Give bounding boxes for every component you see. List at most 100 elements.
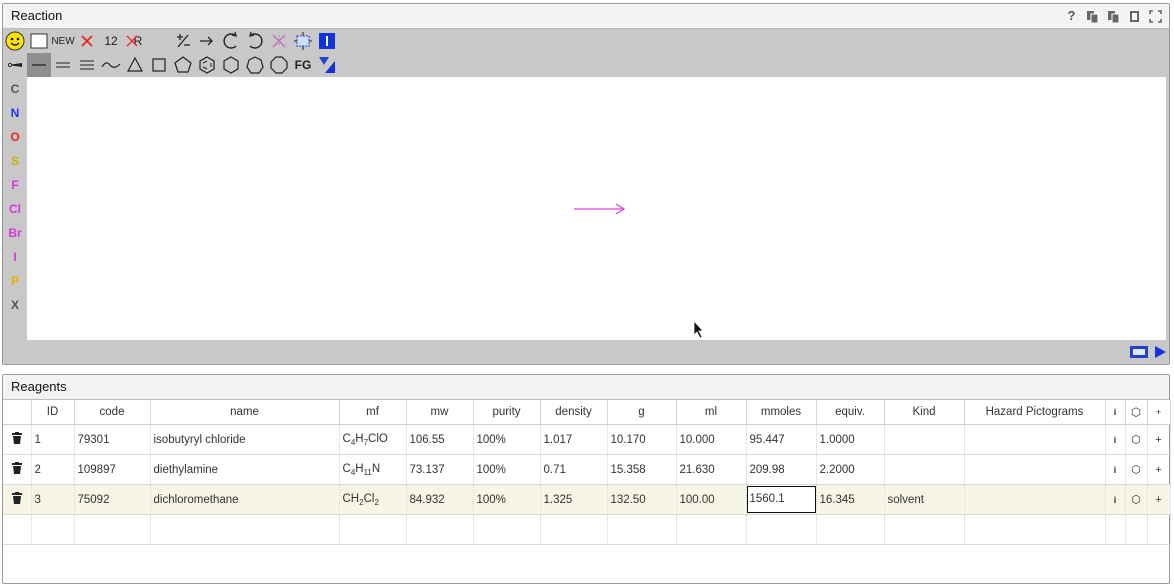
ring-5-icon[interactable] xyxy=(171,53,195,77)
cell-equiv[interactable]: 16.345 xyxy=(816,484,885,515)
copy-smiles-icon[interactable] xyxy=(1106,9,1121,24)
info-icon[interactable]: i xyxy=(1105,484,1126,515)
drawing-canvas[interactable] xyxy=(27,77,1166,340)
cell-mmoles[interactable]: 95.447 xyxy=(746,424,817,455)
col-header-ml[interactable]: ml xyxy=(676,400,747,425)
cell-name[interactable]: isobutyryl chloride xyxy=(150,424,340,455)
fullscreen-icon[interactable] xyxy=(1148,9,1163,24)
new-button[interactable]: NEW xyxy=(51,29,75,53)
col-header-purity[interactable]: purity xyxy=(473,400,541,425)
info-icon[interactable]: i xyxy=(1105,454,1126,485)
empty-cell[interactable] xyxy=(74,514,151,545)
col-header-mmoles[interactable]: mmoles xyxy=(746,400,817,425)
element-f-button[interactable]: F xyxy=(3,173,27,197)
cell-id[interactable]: 1 xyxy=(31,424,75,455)
view-mode-icon[interactable] xyxy=(1129,345,1149,362)
cell-mw[interactable]: 106.55 xyxy=(406,424,474,455)
structure-icon[interactable]: ⬡ xyxy=(1125,424,1148,455)
cell-purity[interactable]: 100% xyxy=(473,484,541,515)
trash-icon[interactable] xyxy=(3,424,32,455)
cell-hazard[interactable] xyxy=(964,454,1106,485)
element-o-button[interactable]: O xyxy=(3,125,27,149)
empty-cell[interactable] xyxy=(816,514,885,545)
expand-arrow-icon[interactable] xyxy=(1153,345,1167,362)
template-icon[interactable] xyxy=(315,53,339,77)
element-x-button[interactable]: X xyxy=(3,293,27,317)
rotate-cw-icon[interactable] xyxy=(243,29,267,53)
cell-density[interactable]: 1.325 xyxy=(540,484,608,515)
rgroup-button[interactable]: R xyxy=(123,29,147,53)
cell-mw[interactable]: 73.137 xyxy=(406,454,474,485)
empty-cell[interactable] xyxy=(3,514,32,545)
empty-cell[interactable] xyxy=(406,514,474,545)
cell-mmoles[interactable]: 209.98 xyxy=(746,454,817,485)
atom-numbers-button[interactable]: 12 xyxy=(99,29,123,53)
cell-density[interactable]: 1.017 xyxy=(540,424,608,455)
element-c-button[interactable]: C xyxy=(3,77,27,101)
element-n-button[interactable]: N xyxy=(3,101,27,125)
trash-icon[interactable] xyxy=(3,484,32,515)
cell-ml[interactable]: 10.000 xyxy=(676,424,747,455)
col-header-g[interactable]: g xyxy=(607,400,677,425)
select-move-icon[interactable] xyxy=(291,29,315,53)
ring-3-icon[interactable] xyxy=(123,53,147,77)
cell-purity[interactable]: 100% xyxy=(473,424,541,455)
cell-code[interactable]: 75092 xyxy=(74,484,151,515)
cell-id[interactable]: 2 xyxy=(31,454,75,485)
empty-cell[interactable] xyxy=(1105,514,1126,545)
functional-group-button[interactable]: FG xyxy=(291,53,315,77)
cell-name[interactable]: diethylamine xyxy=(150,454,340,485)
empty-cell[interactable] xyxy=(473,514,541,545)
charge-icon[interactable] xyxy=(171,29,195,53)
col-header-name[interactable]: name xyxy=(150,400,340,425)
cell-kind[interactable] xyxy=(884,424,965,455)
erase-icon[interactable] xyxy=(75,29,99,53)
cell-g[interactable]: 15.358 xyxy=(607,454,677,485)
col-header-density[interactable]: density xyxy=(540,400,608,425)
structure-icon[interactable]: ⬡ xyxy=(1125,454,1148,485)
smiley-icon[interactable] xyxy=(3,29,27,53)
chain-icon[interactable] xyxy=(99,53,123,77)
ring-4-icon[interactable] xyxy=(147,53,171,77)
col-header-code[interactable]: code xyxy=(74,400,151,425)
cell-kind[interactable]: solvent xyxy=(884,484,965,515)
col-header-mw[interactable]: mw xyxy=(406,400,474,425)
cell-ml[interactable]: 100.00 xyxy=(676,484,747,515)
empty-cell[interactable] xyxy=(1147,514,1171,545)
cell-equiv[interactable]: 1.0000 xyxy=(816,424,885,455)
benzene-icon[interactable] xyxy=(195,53,219,77)
triple-bond-icon[interactable] xyxy=(75,53,99,77)
add-icon[interactable]: + xyxy=(1147,424,1171,455)
empty-cell[interactable] xyxy=(150,514,340,545)
paste-icon[interactable] xyxy=(1127,9,1142,24)
empty-cell[interactable] xyxy=(339,514,407,545)
cell-id[interactable]: 3 xyxy=(31,484,75,515)
cell-hazard[interactable] xyxy=(964,484,1106,515)
reaction-arrow-icon[interactable] xyxy=(195,29,219,53)
ring-7-icon[interactable] xyxy=(243,53,267,77)
col-header-hazard[interactable]: Hazard Pictograms xyxy=(964,400,1106,425)
add-icon[interactable]: + xyxy=(1147,454,1171,485)
cell-code[interactable]: 79301 xyxy=(74,424,151,455)
element-s-button[interactable]: S xyxy=(3,149,27,173)
reaction-arrow[interactable] xyxy=(574,203,626,215)
cell-mf[interactable]: C4H7ClO xyxy=(339,424,407,455)
single-bond-icon[interactable] xyxy=(27,53,51,77)
help-icon[interactable]: ? xyxy=(1064,8,1079,24)
empty-cell[interactable] xyxy=(1125,514,1148,545)
element-br-button[interactable]: Br xyxy=(3,221,27,245)
cell-purity[interactable]: 100% xyxy=(473,454,541,485)
cell-density[interactable]: 0.71 xyxy=(540,454,608,485)
copy-icon[interactable] xyxy=(1085,9,1100,24)
element-i-button[interactable]: I xyxy=(3,245,27,269)
ring-8-icon[interactable] xyxy=(267,53,291,77)
cell-code[interactable]: 109897 xyxy=(74,454,151,485)
wedge-bond-icon[interactable] xyxy=(3,53,27,77)
col-header-id[interactable]: ID xyxy=(31,400,75,425)
empty-cell[interactable] xyxy=(676,514,747,545)
cell-mf[interactable]: C4H11N xyxy=(339,454,407,485)
trash-icon[interactable] xyxy=(3,454,32,485)
cell-mw[interactable]: 84.932 xyxy=(406,484,474,515)
cell-name[interactable]: dichloromethane xyxy=(150,484,340,515)
cell-equiv[interactable]: 2.2000 xyxy=(816,454,885,485)
